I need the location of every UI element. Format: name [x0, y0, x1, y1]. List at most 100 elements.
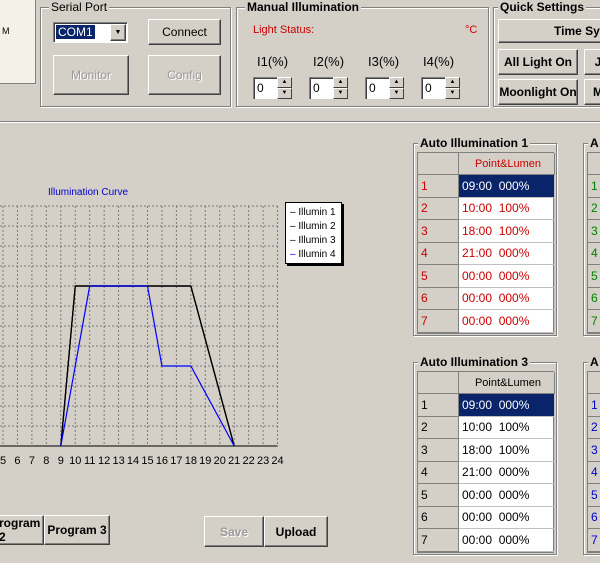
table-cell[interactable]: 18:00 100%	[459, 439, 555, 462]
row-number: 2	[418, 197, 459, 220]
table-corner	[418, 372, 459, 394]
table-corner	[588, 372, 600, 394]
table-corner	[418, 153, 459, 175]
spin-down-icon[interactable]: ▼	[389, 88, 404, 99]
quick-button-cut-1[interactable]: J	[584, 49, 600, 75]
auto-illumination-1-table: Point&Lumen 1 09:00 000% 2 10:00 100% 3 18:00…	[417, 152, 555, 334]
auto-illumination-2-group: A 1234567	[583, 136, 600, 336]
chevron-down-icon[interactable]: ▼	[110, 24, 126, 41]
channel-4-label: I4(%)	[423, 54, 455, 69]
x-tick-label: 18	[185, 455, 197, 467]
time-sync-button[interactable]: Time Syn	[498, 19, 600, 43]
channel-4-value[interactable]: 0	[421, 77, 445, 99]
spin-up-icon[interactable]: ▲	[277, 77, 292, 88]
row-number: 4	[418, 242, 459, 265]
x-tick-label: 9	[58, 455, 64, 467]
x-tick-label: 24	[271, 455, 283, 467]
row-number: 5	[588, 484, 600, 507]
channel-1-label: I1(%)	[257, 54, 289, 69]
row-number: 4	[588, 242, 600, 265]
row-number: 5	[418, 484, 459, 507]
quick-button-cut-2[interactable]: M	[584, 79, 600, 105]
quick-settings-group: Quick Settings Time Syn All Light On J M…	[493, 0, 600, 107]
chart-title: Illumination Curve	[48, 187, 129, 198]
row-number: 7	[418, 529, 459, 552]
channel-1-value[interactable]: 0	[253, 77, 277, 99]
table-cell[interactable]: 10:00 100%	[459, 197, 555, 220]
row-number: 2	[588, 197, 600, 220]
spin-up-icon[interactable]: ▲	[445, 77, 460, 88]
row-number: 7	[418, 310, 459, 333]
x-tick-label: 12	[98, 455, 110, 467]
chart-legend: – Illumin 1 – Illumin 2 – Illumin 3 – Il…	[285, 202, 342, 264]
legend-label-1: Illumin 1	[298, 207, 336, 218]
left-stub-text: M	[2, 26, 10, 36]
row-number: 6	[588, 287, 600, 310]
x-tick-label: 20	[214, 455, 226, 467]
spin-down-icon[interactable]: ▼	[445, 88, 460, 99]
table-cell[interactable]: 09:00 000%	[459, 394, 555, 417]
table-corner	[588, 153, 600, 175]
all-light-on-button[interactable]: All Light On	[498, 49, 578, 75]
connect-button[interactable]: Connect	[148, 19, 221, 45]
chart-grid	[0, 205, 279, 447]
x-tick-label: 16	[156, 455, 168, 467]
x-tick-label: 21	[228, 455, 240, 467]
row-number: 3	[588, 220, 600, 243]
row-number: 7	[588, 529, 600, 552]
row-number: 5	[418, 265, 459, 288]
table-cell[interactable]: 21:00 000%	[459, 242, 555, 265]
table-cell[interactable]: 00:00 000%	[459, 484, 555, 507]
channel-3-label: I3(%)	[368, 54, 400, 69]
legend-item-3: – Illumin 3	[290, 235, 336, 246]
quick-settings-title: Quick Settings	[498, 0, 587, 14]
spin-down-icon[interactable]: ▼	[277, 88, 292, 99]
row-number: 7	[588, 310, 600, 333]
legend-label-2: Illumin 2	[298, 221, 336, 232]
channel-2-label: I2(%)	[313, 54, 345, 69]
legend-label-3: Illumin 3	[298, 235, 336, 246]
table-cell[interactable]: 00:00 000%	[459, 310, 555, 333]
table-cell[interactable]: 18:00 100%	[459, 220, 555, 243]
row-number: 1	[418, 175, 459, 198]
x-tick-label: 17	[170, 455, 182, 467]
table-cell[interactable]: 00:00 000%	[459, 287, 555, 310]
x-tick-label: 13	[112, 455, 124, 467]
table-cell[interactable]: 00:00 000%	[459, 529, 555, 552]
row-number: 6	[418, 506, 459, 529]
table-cell[interactable]: 00:00 000%	[459, 265, 555, 288]
spin-down-icon[interactable]: ▼	[333, 88, 348, 99]
row-number: 3	[418, 439, 459, 462]
row-number: 3	[588, 439, 600, 462]
channel-3-value[interactable]: 0	[365, 77, 389, 99]
auto-illumination-1-title: Auto Illumination 1	[418, 136, 530, 150]
port-select[interactable]: COM1 ▼	[53, 22, 128, 43]
spin-up-icon[interactable]: ▲	[333, 77, 348, 88]
manual-illumination-title: Manual Illumination	[245, 0, 362, 14]
program-2-button[interactable]: rogram 2	[0, 515, 44, 545]
auto-illumination-4-title: A	[588, 355, 600, 369]
channel-2-value[interactable]: 0	[309, 77, 333, 99]
auto-illumination-3-title: Auto Illumination 3	[418, 355, 530, 369]
table-cell[interactable]: 00:00 000%	[459, 506, 555, 529]
table-cell[interactable]: 21:00 000%	[459, 461, 555, 484]
table-cell[interactable]: 10:00 100%	[459, 416, 555, 439]
x-tick-label: 8	[43, 455, 49, 467]
config-button[interactable]: Config	[148, 55, 221, 95]
save-button[interactable]: Save	[204, 516, 264, 547]
serial-port-group: Serial Port COM1 ▼ Connect Monitor Confi…	[40, 0, 231, 107]
legend-item-2: – Illumin 2	[290, 221, 336, 232]
program-3-button[interactable]: Program 3	[44, 515, 110, 545]
upload-button[interactable]: Upload	[264, 516, 328, 547]
row-number: 4	[418, 461, 459, 484]
manual-illumination-group: Manual Illumination Light Status: °C I1(…	[236, 0, 489, 107]
table-cell[interactable]: 09:00 000%	[459, 175, 555, 198]
spin-up-icon[interactable]: ▲	[389, 77, 404, 88]
x-tick-label: 15	[141, 455, 153, 467]
x-tick-label: 5	[0, 455, 6, 467]
moonlight-on-button[interactable]: Moonlight On	[498, 79, 578, 105]
row-number: 6	[418, 287, 459, 310]
monitor-button[interactable]: Monitor	[53, 55, 129, 95]
row-number: 3	[418, 220, 459, 243]
x-tick-label: 14	[127, 455, 139, 467]
